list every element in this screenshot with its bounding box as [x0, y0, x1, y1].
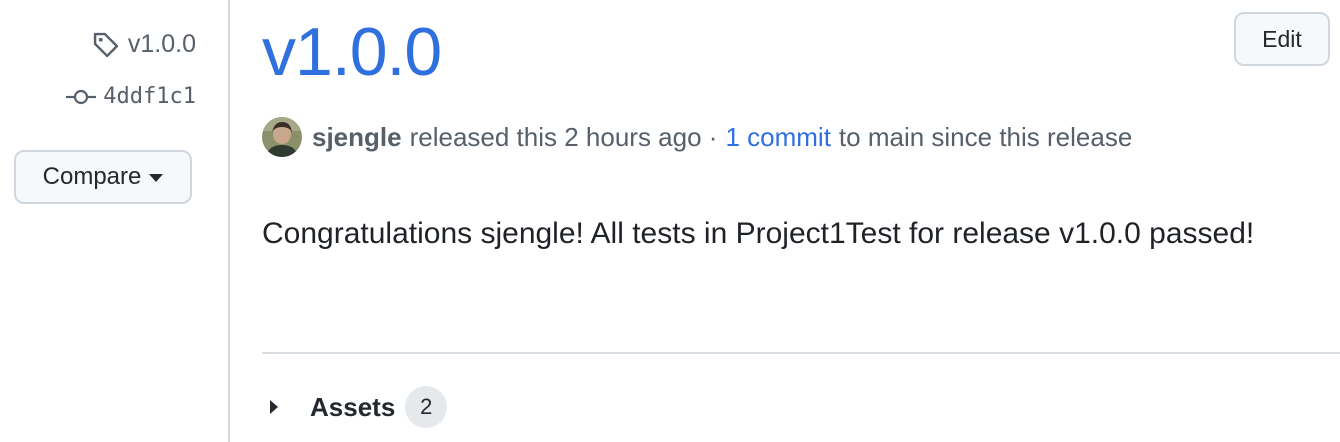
git-commit-icon [65, 87, 97, 107]
assets-count-badge: 2 [405, 386, 448, 428]
commit-link[interactable]: 4ddf1c1 [65, 84, 196, 109]
tag-link[interactable]: v1.0.0 [92, 30, 196, 59]
author-link[interactable]: sjengle [312, 122, 402, 153]
release-sidebar: v1.0.0 4ddf1c1 Compare [0, 0, 230, 442]
assets-toggle[interactable]: Assets 2 [270, 386, 448, 428]
compare-button[interactable]: Compare [14, 150, 192, 204]
commit-sha: 4ddf1c1 [103, 84, 196, 109]
released-text: released this 2 hours ago · [409, 121, 718, 152]
release-notes: Congratulations sjengle! All tests in Pr… [262, 217, 1255, 250]
release-main: v1.0.0 Edit sjengle released this 2 hour… [230, 0, 1340, 442]
tag-label: v1.0.0 [127, 30, 196, 58]
divider [262, 352, 1340, 354]
assets-label: Assets [310, 391, 396, 422]
triangle-down-icon [149, 174, 164, 182]
release-title[interactable]: v1.0.0 [262, 18, 442, 86]
edit-button[interactable]: Edit [1234, 12, 1330, 66]
compare-label: Compare [42, 163, 142, 190]
tag-icon [92, 31, 120, 59]
commits-since-link[interactable]: 1 commit [725, 122, 830, 153]
avatar[interactable] [262, 117, 302, 157]
release-meta: sjengle released this 2 hours ago · 1 co… [262, 117, 1132, 157]
triangle-right-icon [270, 400, 278, 414]
since-text: to main since this release [838, 121, 1133, 152]
release-page: v1.0.0 4ddf1c1 Compare v1.0.0 Edit sjeng… [0, 0, 1340, 442]
